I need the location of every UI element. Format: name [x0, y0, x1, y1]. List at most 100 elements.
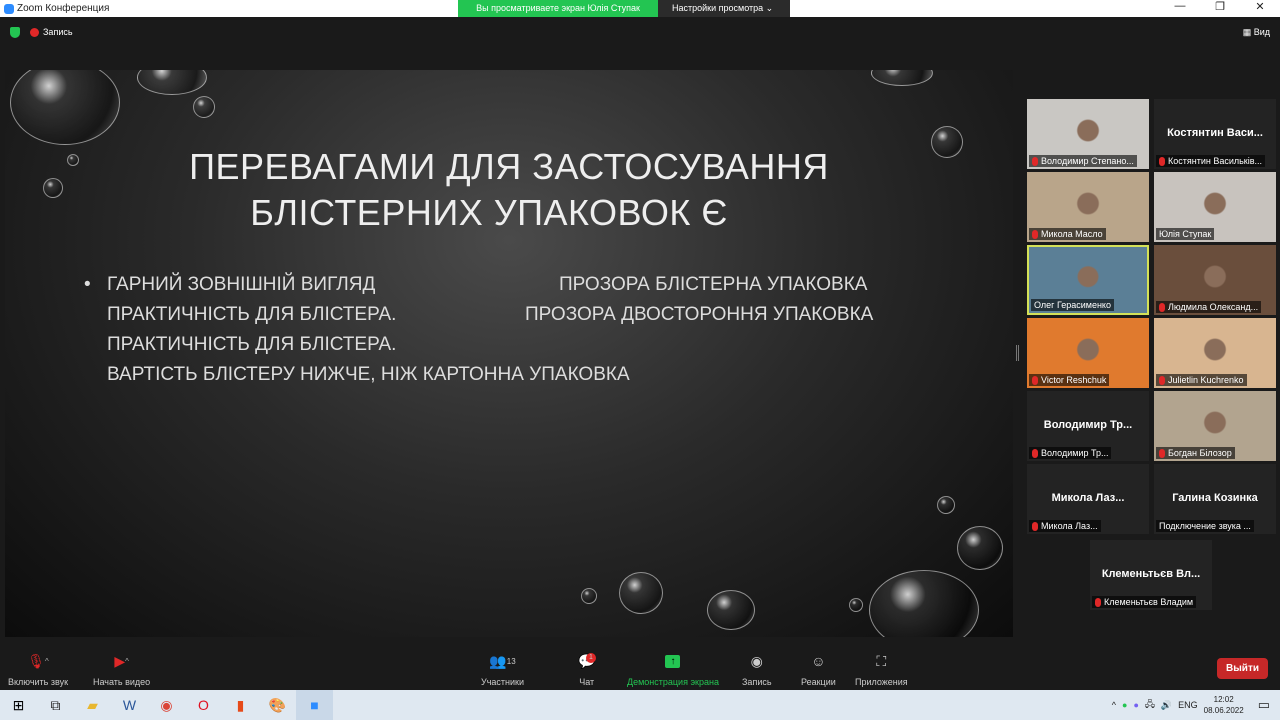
bubble-decoration: [957, 526, 1003, 570]
participant-tile[interactable]: Julietlin Kuchrenko: [1154, 318, 1276, 388]
bubble-decoration: [937, 496, 955, 514]
participant-name: Микола Масло: [1041, 229, 1103, 239]
bubble-decoration: [137, 70, 207, 95]
chat-label: Чат: [579, 677, 595, 687]
participant-display-name: Галина Козинка: [1172, 492, 1258, 504]
participant-tile[interactable]: Олег Герасименко: [1027, 245, 1149, 315]
file-explorer-icon[interactable]: ▰: [74, 690, 111, 720]
chat-button[interactable]: 💬1Чат: [578, 651, 596, 687]
participant-tile[interactable]: Микола Масло: [1027, 172, 1149, 242]
participant-tile[interactable]: Володимир Тр... Володимир Тр...: [1027, 391, 1149, 461]
volume-icon[interactable]: 🔊: [1161, 700, 1172, 711]
bullet-text: ПРАКТИЧНІСТЬ ДЛЯ БЛІСТЕРА.: [107, 334, 397, 355]
participant-name: Victor Reshchuk: [1041, 375, 1107, 385]
muted-mic-icon: [1159, 375, 1165, 385]
participant-tile[interactable]: Богдан Білозор: [1154, 391, 1276, 461]
minimize-button[interactable]: —: [1160, 0, 1200, 13]
bullet-text-right: ПРОЗОРА ДВОСТОРОННЯ УПАКОВКА: [525, 304, 874, 325]
notifications-icon[interactable]: ▭: [1258, 697, 1270, 713]
video-off-icon: ▶ ^: [114, 652, 129, 669]
start-video-label: Начать видео: [93, 677, 151, 687]
bullet: •: [84, 274, 91, 295]
slide-bullets: • ГАРНИЙ ЗОВНІШНІЙ ВИГЛЯД ПРОЗОРА БЛІСТЕРН…: [84, 270, 873, 390]
record-label: Запись: [742, 677, 772, 687]
close-button[interactable]: ✕: [1240, 0, 1280, 13]
viber-icon[interactable]: ●: [1133, 700, 1138, 710]
participant-tile[interactable]: Володимир Степано...: [1027, 99, 1149, 169]
office-icon[interactable]: ▮: [222, 690, 259, 720]
bullet-text-right: ПРОЗОРА БЛІСТЕРНА УПАКОВКА: [559, 274, 868, 295]
network-icon[interactable]: 🖧: [1145, 697, 1155, 713]
participant-tile[interactable]: Костянтин Васи... Костянтин Васильків...: [1154, 99, 1276, 169]
muted-mic-icon: [1032, 156, 1038, 166]
slide-title: ПЕРЕВАГАМИ ДЛЯ ЗАСТОСУВАННЯ БЛІСТЕРНИХ У…: [5, 144, 1013, 236]
participant-name: Олег Герасименко: [1034, 300, 1111, 310]
tray-app-icon[interactable]: ●: [1122, 700, 1127, 710]
muted-mic-icon: [1159, 156, 1165, 166]
reactions-label: Реакции: [801, 677, 836, 687]
unmute-label: Включить звук: [8, 677, 69, 687]
apps-icon: ⛶: [876, 652, 887, 669]
participant-name-label: Богдан Білозор: [1156, 447, 1235, 459]
participant-name: Julietlin Kuchrenko: [1168, 375, 1244, 385]
clock-time: 12:02: [1213, 695, 1234, 704]
share-screen-button[interactable]: ↑ Демонстрация экрана: [627, 651, 719, 687]
chrome-icon[interactable]: ◉: [148, 690, 185, 720]
participant-name-label: Володимир Степано...: [1029, 155, 1137, 167]
leave-button[interactable]: Выйти: [1217, 658, 1268, 679]
language-indicator[interactable]: ENG: [1178, 700, 1198, 710]
participant-name-label: Юлія Ступак: [1156, 228, 1215, 240]
participant-name: Микола Лаз...: [1041, 521, 1098, 531]
participant-tile[interactable]: Галина Козинка Подключение звука ...: [1154, 464, 1276, 534]
windows-start-icon[interactable]: ⊞: [0, 690, 37, 720]
participant-name: Костянтин Васильків...: [1168, 156, 1263, 166]
reactions-button[interactable]: ☺ Реакции: [801, 651, 836, 687]
bullet-text: ВАРТІСТЬ БЛІСТЕРУ НИЖЧЕ, НІЖ КАРТОННА УП…: [107, 364, 630, 385]
participant-name: Людмила Олександ...: [1168, 302, 1259, 312]
participant-tile[interactable]: Клеменьтьєв Вл... Клеменьтьєв Владим: [1090, 540, 1212, 610]
apps-button[interactable]: ⛶ Приложения: [855, 651, 908, 688]
shared-slide: ПЕРЕВАГАМИ ДЛЯ ЗАСТОСУВАННЯ БЛІСТЕРНИХ У…: [5, 70, 1013, 637]
zoom-logo-icon: [4, 3, 14, 14]
participant-tile[interactable]: Людмила Олександ...: [1154, 245, 1276, 315]
panel-resize-handle[interactable]: [1016, 345, 1019, 361]
participant-name: Володимир Степано...: [1041, 156, 1134, 166]
unmute-button[interactable]: 🎙 ^ Включить звук: [8, 651, 69, 688]
participant-name-label: Олег Герасименко: [1031, 299, 1114, 311]
participant-name-label: Подключение звука ...: [1156, 520, 1254, 532]
maximize-button[interactable]: ❐: [1200, 0, 1240, 13]
bubble-decoration: [869, 570, 979, 637]
participant-name: Юлія Ступак: [1159, 229, 1212, 239]
share-screen-icon: ↑: [627, 651, 719, 671]
tray-expand-icon[interactable]: ^: [1112, 700, 1116, 710]
zoom-taskbar-icon[interactable]: ■: [296, 690, 333, 720]
muted-mic-icon: [1032, 521, 1038, 531]
participant-name-label: Клеменьтьєв Владим: [1092, 596, 1197, 608]
recording-indicator[interactable]: Запись: [30, 27, 73, 37]
view-settings-dropdown[interactable]: Настройки просмотра ⌄: [658, 0, 790, 17]
meeting-toolbar: 🎙 ^ Включить звук ▶ ^ Начать видео 👥 13 Учас…: [0, 647, 1280, 690]
participant-tile[interactable]: Юлія Ступак: [1154, 172, 1276, 242]
view-label: Вид: [1253, 27, 1270, 37]
task-view-icon[interactable]: ⧉: [37, 690, 74, 720]
word-icon[interactable]: W: [111, 690, 148, 720]
bubble-decoration: [619, 572, 663, 614]
view-button[interactable]: ▦ Вид: [1243, 27, 1270, 38]
participant-name: Клеменьтьєв Владим: [1104, 597, 1194, 607]
participant-tile[interactable]: Victor Reshchuk: [1027, 318, 1149, 388]
participant-display-name: Володимир Тр...: [1043, 419, 1133, 431]
participant-name: Подключение звука ...: [1159, 521, 1251, 531]
participant-name-label: Микола Лаз...: [1029, 520, 1101, 532]
clock-date: 08.06.2022: [1203, 706, 1244, 715]
start-video-button[interactable]: ▶ ^ Начать видео: [93, 651, 151, 688]
clock[interactable]: 12:02 08.06.2022: [1204, 694, 1244, 716]
security-shield-icon[interactable]: [10, 26, 20, 38]
apps-label: Приложения: [855, 677, 908, 687]
muted-mic-icon: [1032, 375, 1038, 385]
record-button[interactable]: ◉ Запись: [742, 651, 772, 688]
participant-tile[interactable]: Микола Лаз... Микола Лаз...: [1027, 464, 1149, 534]
participants-button[interactable]: 👥 13 Участники: [481, 651, 524, 688]
participant-name-label: Микола Масло: [1029, 228, 1106, 240]
paint-icon[interactable]: 🎨: [259, 690, 296, 720]
opera-icon[interactable]: O: [185, 690, 222, 720]
